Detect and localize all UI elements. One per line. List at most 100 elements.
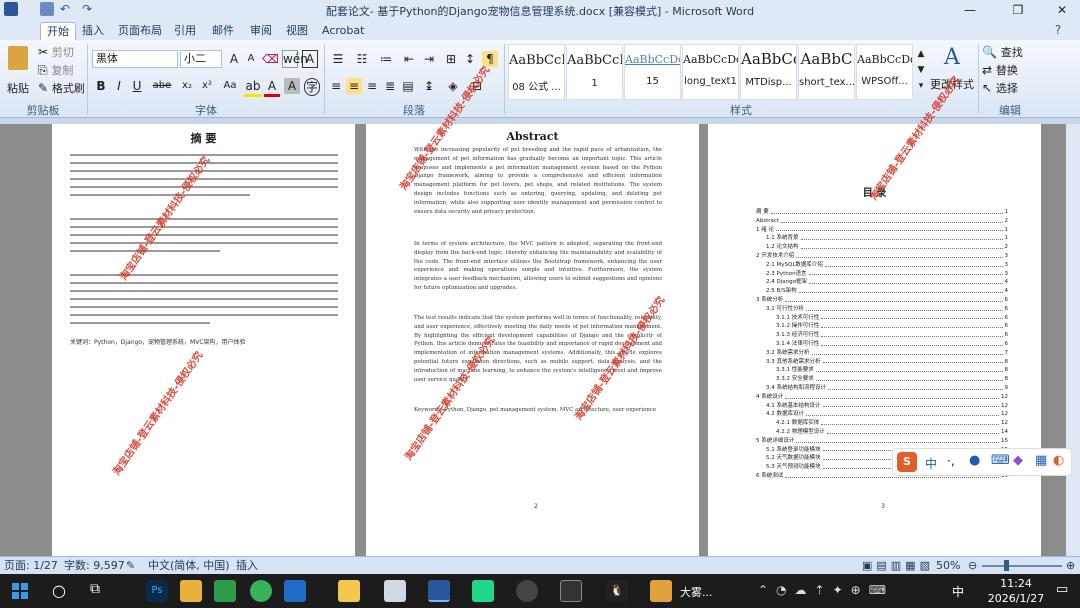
- word-app-icon[interactable]: [428, 580, 450, 602]
- tab-acrobat[interactable]: Acrobat: [316, 22, 370, 40]
- change-case-icon[interactable]: Aa: [220, 78, 240, 94]
- styles-scroll-icon[interactable]: ▲ ▼ ▾: [915, 46, 927, 94]
- font-name-combo[interactable]: 黑体: [92, 50, 178, 68]
- ime-toolbar[interactable]: S 中 ·, ● ⌨ ◆ ▦ ◐: [892, 448, 1072, 476]
- copy-button[interactable]: ⎘ 复制: [38, 62, 88, 79]
- browser-icon[interactable]: [250, 580, 272, 602]
- ime-tray[interactable]: 中: [952, 583, 964, 600]
- toc-entry[interactable]: 4.2.1 数据库实体 12: [756, 419, 1008, 428]
- word-logo-icon[interactable]: [4, 2, 18, 16]
- align-right-icon[interactable]: ≡: [364, 78, 380, 94]
- language-status[interactable]: 中文(简体, 中国): [148, 557, 230, 574]
- punctuation-icon[interactable]: ·,: [947, 454, 955, 468]
- zoom-slider[interactable]: [982, 565, 1062, 567]
- replace-button[interactable]: ⇄ 替换: [982, 62, 1032, 79]
- help-icon[interactable]: ?: [1036, 20, 1080, 40]
- style-item-7[interactable]: AaBbCcDd WPSOff...: [856, 44, 913, 100]
- pycharm-icon[interactable]: [472, 580, 494, 602]
- toc-entry[interactable]: 3.1.1 技术可行性 6: [756, 314, 1008, 323]
- zoom-in-icon[interactable]: ⊕: [1066, 557, 1075, 574]
- tab-references[interactable]: 引用: [168, 22, 202, 40]
- sort-icon[interactable]: ↕: [462, 51, 478, 67]
- underline-icon[interactable]: U: [130, 78, 144, 94]
- highlight-icon[interactable]: ab: [244, 78, 262, 97]
- toc-entry[interactable]: 2.3 Python语言 3: [756, 270, 1008, 279]
- strikethrough-icon[interactable]: abe: [152, 78, 172, 94]
- skin-icon[interactable]: ◆: [1013, 453, 1023, 468]
- ime-mode-label[interactable]: 中: [925, 455, 937, 472]
- microphone-icon[interactable]: ●: [969, 453, 980, 468]
- windows-start-icon[interactable]: [12, 583, 28, 599]
- line-spacing-icon[interactable]: ↨: [420, 78, 438, 94]
- minimize-button[interactable]: —: [948, 0, 992, 20]
- select-button[interactable]: ↖ 选择: [982, 80, 1032, 97]
- shrink-font-icon[interactable]: A: [244, 51, 258, 67]
- save-icon[interactable]: [40, 2, 54, 16]
- toc-entry[interactable]: 3.1.3 经济可行性 6: [756, 331, 1008, 340]
- app-blue-icon[interactable]: [284, 580, 306, 602]
- tab-review[interactable]: 审阅: [244, 22, 278, 40]
- folder-icon[interactable]: [180, 580, 202, 602]
- style-item-3[interactable]: AaBbCcDdI 15: [624, 44, 681, 100]
- style-item-6[interactable]: AaBbC short_tex...: [798, 44, 855, 100]
- toc-entry[interactable]: 3.4 系统结构和流程设计 9: [756, 384, 1008, 393]
- font-size-combo[interactable]: 小二: [180, 50, 222, 68]
- toc-entry[interactable]: 3.3 其他系统需求分析 8: [756, 358, 1008, 367]
- insert-mode[interactable]: 插入: [236, 557, 258, 574]
- taskbar-app-label[interactable]: 大雾...: [680, 584, 713, 600]
- toc-entry[interactable]: 5 系统详细设计 15: [756, 437, 1008, 446]
- redo-icon[interactable]: ↷: [80, 2, 94, 16]
- file-explorer-icon[interactable]: [338, 580, 360, 602]
- photoshop-icon[interactable]: Ps: [146, 580, 168, 602]
- toc-entry[interactable]: Abstract 2: [756, 217, 1008, 226]
- superscript-icon[interactable]: x²: [198, 78, 216, 94]
- view-buttons[interactable]: ▣▤▥▦▧: [862, 557, 934, 574]
- tab-insert[interactable]: 插入: [76, 22, 110, 40]
- clock-time[interactable]: 11:24: [986, 577, 1046, 590]
- style-item-2[interactable]: AaBbCcI 1: [566, 44, 623, 100]
- toc-entry[interactable]: 1 绪 论 1: [756, 226, 1008, 235]
- app-circle-icon[interactable]: [516, 580, 538, 602]
- close-button[interactable]: ✕: [1040, 0, 1080, 20]
- italic-icon[interactable]: I: [112, 78, 126, 94]
- enclose-char-icon[interactable]: 字: [304, 78, 320, 96]
- notification-icon[interactable]: ▭: [1056, 582, 1068, 597]
- style-item-4[interactable]: AaBbCcDd long_text1: [682, 44, 739, 100]
- tab-view[interactable]: 视图: [280, 22, 314, 40]
- chinese-layout-icon[interactable]: ⊞: [442, 51, 460, 67]
- zoom-level[interactable]: 50%: [936, 557, 960, 574]
- toc-entry[interactable]: 3.1 可行性分析 6: [756, 305, 1008, 314]
- cut-button[interactable]: ✂ 剪切: [38, 44, 88, 61]
- tray-icons[interactable]: ⌃◔☁⇡✦⊕⌨: [758, 583, 894, 597]
- tab-home[interactable]: 开始: [40, 22, 76, 40]
- more-icon[interactable]: ◐: [1053, 453, 1064, 468]
- clock-date[interactable]: 2026/1/27: [986, 592, 1046, 605]
- distributed-icon[interactable]: ▤: [400, 78, 416, 94]
- toc-entry[interactable]: 4.2 数据库设计 12: [756, 410, 1008, 419]
- keyboard-icon[interactable]: ⌨: [991, 453, 1010, 468]
- notes-icon[interactable]: [384, 580, 406, 602]
- paste-button[interactable]: 粘贴: [4, 44, 32, 98]
- toc-entry[interactable]: 3.3.2 安全要求 8: [756, 375, 1008, 384]
- toc-entry[interactable]: 摘 要 1: [756, 208, 1008, 217]
- task-view-icon[interactable]: ⧉: [90, 581, 100, 597]
- multilevel-list-icon[interactable]: ≔: [376, 51, 396, 67]
- undo-icon[interactable]: ↶: [58, 2, 72, 16]
- toc-entry[interactable]: 2 开发技术介绍 3: [756, 252, 1008, 261]
- zoom-out-icon[interactable]: ⊖: [968, 557, 977, 574]
- toc-entry[interactable]: 4 系统设计 12: [756, 393, 1008, 402]
- zoom-slider-thumb[interactable]: [1004, 560, 1009, 571]
- toc-entry[interactable]: 2.1 MySQL数据库介绍 3: [756, 261, 1008, 270]
- proofing-icon[interactable]: ✎: [126, 557, 135, 574]
- align-center-icon[interactable]: ≡: [346, 78, 362, 94]
- vertical-scrollbar[interactable]: [1066, 124, 1080, 556]
- toc-entry[interactable]: 2.5 B/S架构 4: [756, 287, 1008, 296]
- toc-entry[interactable]: 4.1 系统基本结构设计 12: [756, 402, 1008, 411]
- word-count[interactable]: 字数: 9,597: [64, 557, 125, 574]
- toc-entry[interactable]: 3 系统分析 6: [756, 296, 1008, 305]
- restore-button[interactable]: ❐: [996, 0, 1040, 20]
- numbering-icon[interactable]: ☷: [352, 51, 372, 67]
- tab-page-layout[interactable]: 页面布局: [112, 22, 168, 40]
- terminal-icon[interactable]: [560, 580, 582, 602]
- decrease-indent-icon[interactable]: ⇤: [400, 51, 418, 67]
